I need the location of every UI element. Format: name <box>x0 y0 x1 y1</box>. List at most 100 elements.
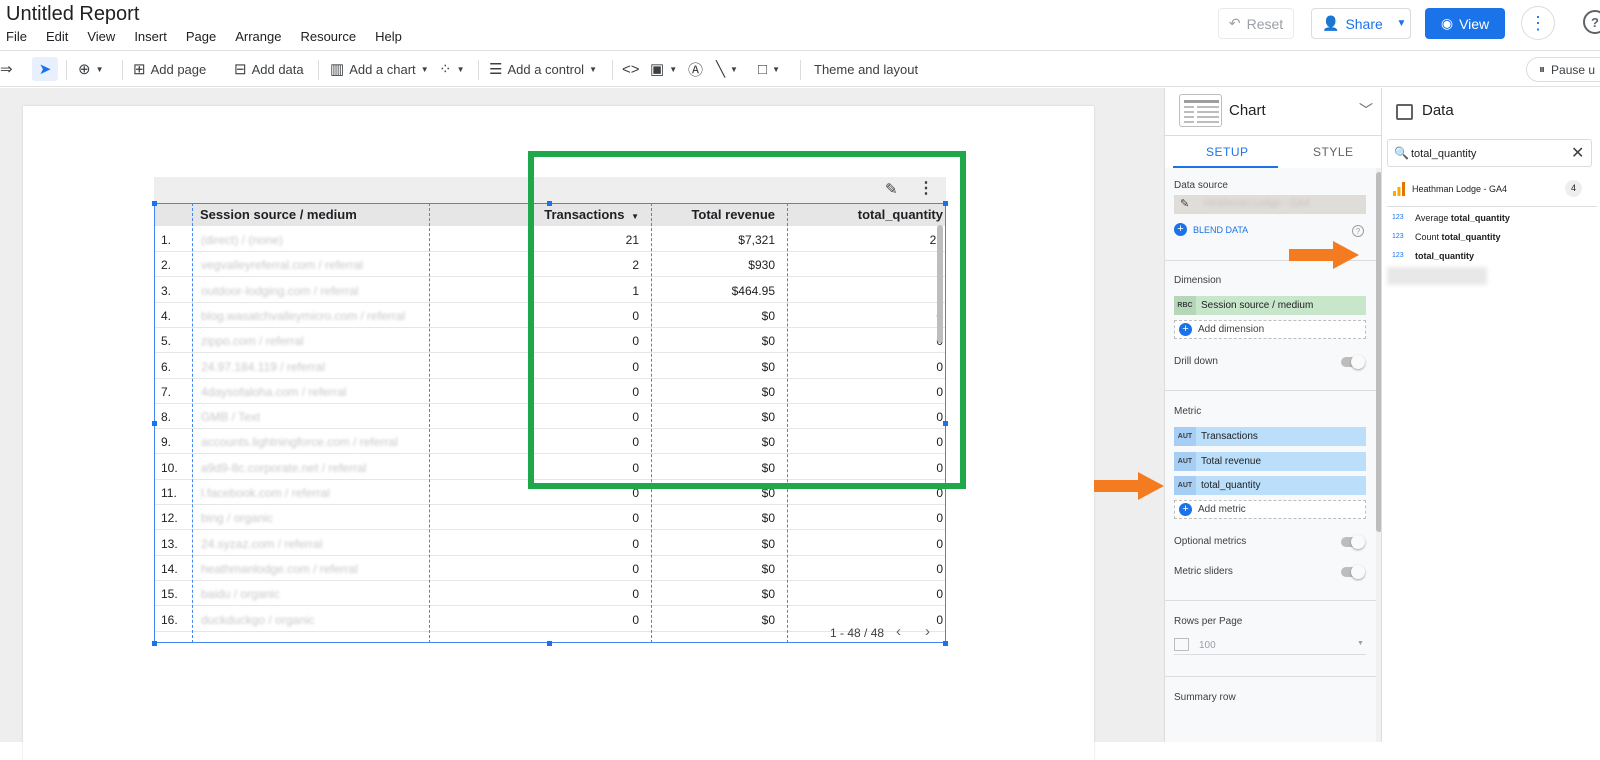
field-name: total_quantity <box>1450 213 1510 223</box>
add-chart-label: Add a chart <box>349 61 416 77</box>
zoom-button[interactable]: ⊕ ▼ <box>78 57 104 81</box>
image-button[interactable]: ▣ ▼ <box>650 57 677 81</box>
add-page-button[interactable]: ⊞ Add page <box>133 57 206 81</box>
metric-name: total_quantity <box>1201 480 1261 491</box>
metric-chip-transactions[interactable]: AUT Transactions <box>1174 427 1366 446</box>
optional-metrics-toggle[interactable] <box>1341 535 1365 549</box>
metric-sliders-label: Metric sliders <box>1174 566 1233 577</box>
metric-chip-total-quantity[interactable]: AUT total_quantity <box>1174 476 1366 495</box>
drill-down-label: Drill down <box>1174 356 1218 367</box>
toolbar-divider <box>800 60 801 80</box>
reset-button[interactable]: ↶ Reset <box>1218 8 1294 39</box>
list-item[interactable] <box>1387 267 1487 285</box>
field-search-input[interactable] <box>1411 145 1561 162</box>
add-data-label: Add data <box>251 61 304 77</box>
help-icon[interactable]: ? <box>1583 10 1600 34</box>
menu-view[interactable]: View <box>87 29 115 44</box>
field-label: total_quantity <box>1415 251 1474 261</box>
resize-handle[interactable] <box>152 201 157 206</box>
add-control-button[interactable]: ☰ Add a control ▼ <box>489 57 597 81</box>
theme-layout-label: Theme and layout <box>814 61 919 77</box>
menu-help[interactable]: Help <box>375 29 402 44</box>
rectangle-icon: □ <box>758 60 768 78</box>
menu-arrange[interactable]: Arrange <box>235 29 281 44</box>
chevron-down-icon: ▼ <box>589 64 597 74</box>
select-tool-button[interactable]: ➤ <box>32 57 58 81</box>
shape-button[interactable]: □ ▼ <box>758 57 780 81</box>
theme-layout-button[interactable]: Theme and layout <box>814 57 918 81</box>
report-title[interactable]: Untitled Report <box>6 3 139 26</box>
menu-page[interactable]: Page <box>186 29 216 44</box>
field-search-box[interactable]: 🔍 ✕ <box>1387 139 1592 167</box>
chevron-left-icon[interactable]: ‹ <box>896 623 901 640</box>
share-dropdown-button[interactable]: ▼ <box>1393 8 1411 39</box>
blend-data-button[interactable]: + BLEND DATA <box>1174 223 1248 236</box>
metric-name: Transactions <box>1201 431 1258 442</box>
data-panel-title: Data <box>1422 102 1454 119</box>
menu-resource[interactable]: Resource <box>300 29 356 44</box>
section-divider <box>1165 390 1376 391</box>
field-prefix: Count <box>1415 232 1442 242</box>
resize-handle[interactable] <box>152 421 157 426</box>
annotation-arrow <box>1289 241 1359 269</box>
resize-handle[interactable] <box>547 641 552 646</box>
field-item[interactable]: 123 total_quantity <box>1387 249 1592 267</box>
add-data-button[interactable]: ⊟ Add data <box>234 57 304 81</box>
column-divider <box>429 203 430 643</box>
rows-per-page-label: Rows per Page <box>1174 616 1243 627</box>
chart-panel-title: Chart <box>1229 102 1266 119</box>
add-component-button[interactable]: ⁘ ▼ <box>439 57 465 81</box>
add-chart-button[interactable]: ▥ Add a chart ▼ <box>330 57 429 81</box>
chevron-right-icon[interactable]: › <box>925 623 930 640</box>
field-item[interactable]: 123 Average total_quantity <box>1387 211 1592 229</box>
rows-per-page-select[interactable]: 100 ▼ <box>1174 635 1366 655</box>
table-chart-type-icon[interactable] <box>1179 94 1222 127</box>
reset-label: Reset <box>1246 15 1284 32</box>
resize-handle[interactable] <box>943 641 948 646</box>
report-page[interactable]: ✎ ⋮ Session source / medium Transactions… <box>23 106 1094 760</box>
pause-updates-button[interactable]: ⏸ Pause u <box>1526 57 1600 82</box>
report-canvas: ✎ ⋮ Session source / medium Transactions… <box>0 88 1164 760</box>
zoom-icon: ⊕ <box>78 61 91 78</box>
help-icon[interactable]: ? <box>1352 225 1364 237</box>
grid-icon <box>1174 638 1189 651</box>
text-button[interactable]: Ⓐ <box>688 57 703 81</box>
field-count-badge: 4 <box>1565 180 1582 197</box>
chevron-down-icon: ▼ <box>420 64 429 74</box>
google-analytics-icon <box>1393 182 1405 196</box>
toolbar-divider <box>122 60 123 80</box>
resize-handle[interactable] <box>152 641 157 646</box>
tab-setup[interactable]: SETUP <box>1206 145 1249 159</box>
metric-sliders-toggle[interactable] <box>1341 565 1365 579</box>
chart-properties-panel: Chart ﹀ SETUP STYLE Data source ✎ Heathm… <box>1164 88 1381 742</box>
data-source-row[interactable]: Heathman Lodge - GA4 4 <box>1387 180 1592 200</box>
pencil-icon[interactable]: ✎ <box>1180 197 1189 210</box>
menu-insert[interactable]: Insert <box>134 29 167 44</box>
menu-edit[interactable]: Edit <box>46 29 68 44</box>
metric-aggregation-tag: AUT <box>1174 427 1196 446</box>
embed-url-button[interactable]: <> <box>622 57 640 81</box>
metric-label: Metric <box>1174 406 1202 417</box>
add-data-icon: ⊟ <box>234 61 247 78</box>
metric-chip-total-revenue[interactable]: AUT Total revenue <box>1174 452 1366 471</box>
cursor-icon: ➤ <box>38 61 52 78</box>
drill-down-toggle[interactable] <box>1341 355 1365 369</box>
dimension-name: Session source / medium <box>1201 300 1314 311</box>
view-button[interactable]: ◉ View <box>1425 8 1505 39</box>
field-item[interactable]: 123 Count total_quantity <box>1387 230 1592 248</box>
add-metric-button[interactable]: + Add metric <box>1174 500 1366 519</box>
data-source-label: Data source <box>1174 180 1228 191</box>
close-icon[interactable]: ✕ <box>1571 143 1584 163</box>
field-label: Count total_quantity <box>1415 232 1501 242</box>
chevron-down-icon[interactable]: ﹀ <box>1359 100 1373 120</box>
menu-file[interactable]: File <box>6 29 27 44</box>
add-dimension-button[interactable]: + Add dimension <box>1174 320 1366 339</box>
dimension-chip[interactable]: RBC Session source / medium <box>1174 296 1366 315</box>
line-button[interactable]: ╲ ▼ <box>716 57 738 81</box>
dimension-label: Dimension <box>1174 275 1222 286</box>
code-icon: <> <box>622 60 640 78</box>
more-options-button[interactable]: ⋮ <box>1521 6 1555 40</box>
data-source-chip[interactable]: ✎ Heathman Lodge - GA4 <box>1174 195 1366 214</box>
tab-style[interactable]: STYLE <box>1313 145 1354 159</box>
redo-icon[interactable]: ⇒ <box>0 57 13 81</box>
